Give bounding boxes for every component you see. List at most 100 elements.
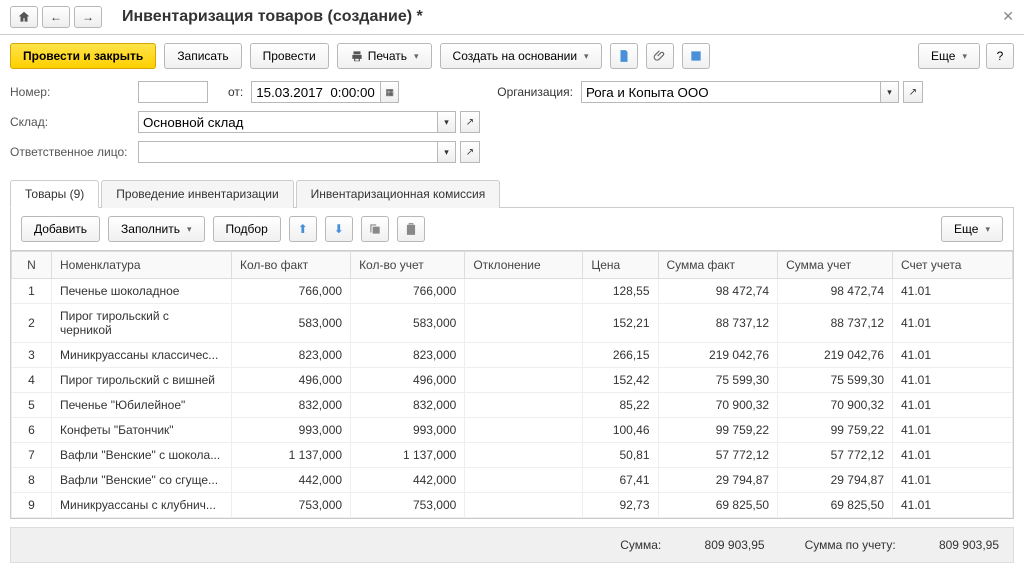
responsible-input[interactable] xyxy=(138,141,438,163)
warehouse-dropdown[interactable]: ▾ xyxy=(438,111,456,133)
cell-sa[interactable]: 57 772,12 xyxy=(778,443,893,468)
responsible-dropdown[interactable]: ▾ xyxy=(438,141,456,163)
select-button[interactable]: Подбор xyxy=(213,216,281,242)
table-row[interactable]: 6Конфеты "Батончик"993,000993,000100,469… xyxy=(12,418,1013,443)
table-more-button[interactable]: Еще xyxy=(941,216,1003,242)
move-up-button[interactable]: ⬆ xyxy=(289,216,317,242)
cell-acc[interactable]: 41.01 xyxy=(893,468,1013,493)
tab-commission[interactable]: Инвентаризационная комиссия xyxy=(296,180,501,208)
col-dev[interactable]: Отклонение xyxy=(465,252,583,279)
cell-acc[interactable]: 41.01 xyxy=(893,279,1013,304)
col-account[interactable]: Счет учета xyxy=(893,252,1013,279)
table-row[interactable]: 2Пирог тирольский с черникой583,000583,0… xyxy=(12,304,1013,343)
help-button[interactable]: ? xyxy=(986,43,1014,69)
table-row[interactable]: 3Миникруассаны классичес...823,000823,00… xyxy=(12,343,1013,368)
warehouse-open-button[interactable]: ↗ xyxy=(460,111,480,133)
cell-qa[interactable]: 496,000 xyxy=(351,368,465,393)
cell-n[interactable]: 3 xyxy=(12,343,52,368)
cell-price[interactable]: 100,46 xyxy=(583,418,658,443)
table-row[interactable]: 1Печенье шоколадное766,000766,000128,559… xyxy=(12,279,1013,304)
cell-name[interactable]: Пирог тирольский с вишней xyxy=(52,368,232,393)
cell-name[interactable]: Вафли "Венские" с шокола... xyxy=(52,443,232,468)
print-button[interactable]: Печать xyxy=(337,43,432,69)
cell-acc[interactable]: 41.01 xyxy=(893,368,1013,393)
cell-dev[interactable] xyxy=(465,304,583,343)
cell-dev[interactable] xyxy=(465,443,583,468)
cell-qf[interactable]: 496,000 xyxy=(232,368,351,393)
cell-price[interactable]: 92,73 xyxy=(583,493,658,518)
cell-n[interactable]: 1 xyxy=(12,279,52,304)
col-name[interactable]: Номенклатура xyxy=(52,252,232,279)
cell-sf[interactable]: 75 599,30 xyxy=(658,368,778,393)
tab-goods[interactable]: Товары (9) xyxy=(10,180,99,208)
cell-sf[interactable]: 99 759,22 xyxy=(658,418,778,443)
col-sum-acc[interactable]: Сумма учет xyxy=(778,252,893,279)
warehouse-input[interactable] xyxy=(138,111,438,133)
cell-dev[interactable] xyxy=(465,343,583,368)
cell-n[interactable]: 5 xyxy=(12,393,52,418)
date-input[interactable] xyxy=(251,81,381,103)
cell-qa[interactable]: 753,000 xyxy=(351,493,465,518)
add-row-button[interactable]: Добавить xyxy=(21,216,100,242)
cell-price[interactable]: 128,55 xyxy=(583,279,658,304)
cell-sf[interactable]: 219 042,76 xyxy=(658,343,778,368)
more-button[interactable]: Еще xyxy=(918,43,980,69)
cell-name[interactable]: Печенье "Юбилейное" xyxy=(52,393,232,418)
home-button[interactable] xyxy=(10,6,38,28)
table-row[interactable]: 4Пирог тирольский с вишней496,000496,000… xyxy=(12,368,1013,393)
cell-dev[interactable] xyxy=(465,493,583,518)
cell-qf[interactable]: 832,000 xyxy=(232,393,351,418)
cell-sa[interactable]: 219 042,76 xyxy=(778,343,893,368)
cell-sa[interactable]: 75 599,30 xyxy=(778,368,893,393)
move-down-button[interactable]: ⬇ xyxy=(325,216,353,242)
cell-name[interactable]: Вафли "Венские" со сгуще... xyxy=(52,468,232,493)
cell-dev[interactable] xyxy=(465,468,583,493)
copy-button[interactable] xyxy=(361,216,389,242)
cell-price[interactable]: 152,42 xyxy=(583,368,658,393)
cell-acc[interactable]: 41.01 xyxy=(893,343,1013,368)
cell-qf[interactable]: 1 137,000 xyxy=(232,443,351,468)
cell-sf[interactable]: 70 900,32 xyxy=(658,393,778,418)
cell-name[interactable]: Печенье шоколадное xyxy=(52,279,232,304)
cell-sa[interactable]: 70 900,32 xyxy=(778,393,893,418)
responsible-open-button[interactable]: ↗ xyxy=(460,141,480,163)
cell-acc[interactable]: 41.01 xyxy=(893,304,1013,343)
cell-acc[interactable]: 41.01 xyxy=(893,393,1013,418)
cell-qa[interactable]: 832,000 xyxy=(351,393,465,418)
cell-sa[interactable]: 99 759,22 xyxy=(778,418,893,443)
col-price[interactable]: Цена xyxy=(583,252,658,279)
cell-sa[interactable]: 29 794,87 xyxy=(778,468,893,493)
cell-acc[interactable]: 41.01 xyxy=(893,418,1013,443)
structure-button[interactable] xyxy=(682,43,710,69)
cell-qa[interactable]: 823,000 xyxy=(351,343,465,368)
cell-name[interactable]: Миникруассаны с клубнич... xyxy=(52,493,232,518)
close-button[interactable]: ✕ xyxy=(1002,8,1014,25)
cell-qf[interactable]: 766,000 xyxy=(232,279,351,304)
cell-qa[interactable]: 1 137,000 xyxy=(351,443,465,468)
cell-name[interactable]: Миникруассаны классичес... xyxy=(52,343,232,368)
cell-acc[interactable]: 41.01 xyxy=(893,493,1013,518)
number-input[interactable] xyxy=(138,81,208,103)
col-qty-fact[interactable]: Кол-во факт xyxy=(232,252,351,279)
table-row[interactable]: 5Печенье "Юбилейное"832,000832,00085,227… xyxy=(12,393,1013,418)
cell-n[interactable]: 8 xyxy=(12,468,52,493)
tab-inventory[interactable]: Проведение инвентаризации xyxy=(101,180,293,208)
cell-price[interactable]: 266,15 xyxy=(583,343,658,368)
cell-sf[interactable]: 29 794,87 xyxy=(658,468,778,493)
table-row[interactable]: 9Миникруассаны с клубнич...753,000753,00… xyxy=(12,493,1013,518)
cell-sa[interactable]: 98 472,74 xyxy=(778,279,893,304)
cell-qf[interactable]: 993,000 xyxy=(232,418,351,443)
cell-n[interactable]: 6 xyxy=(12,418,52,443)
cell-name[interactable]: Пирог тирольский с черникой xyxy=(52,304,232,343)
cell-qa[interactable]: 993,000 xyxy=(351,418,465,443)
cell-qf[interactable]: 442,000 xyxy=(232,468,351,493)
cell-sf[interactable]: 88 737,12 xyxy=(658,304,778,343)
cell-qa[interactable]: 442,000 xyxy=(351,468,465,493)
fill-button[interactable]: Заполнить xyxy=(108,216,204,242)
cell-qf[interactable]: 583,000 xyxy=(232,304,351,343)
back-button[interactable]: ← xyxy=(42,6,70,28)
cell-name[interactable]: Конфеты "Батончик" xyxy=(52,418,232,443)
post-button[interactable]: Провести xyxy=(250,43,329,69)
cell-qf[interactable]: 753,000 xyxy=(232,493,351,518)
cell-sf[interactable]: 98 472,74 xyxy=(658,279,778,304)
